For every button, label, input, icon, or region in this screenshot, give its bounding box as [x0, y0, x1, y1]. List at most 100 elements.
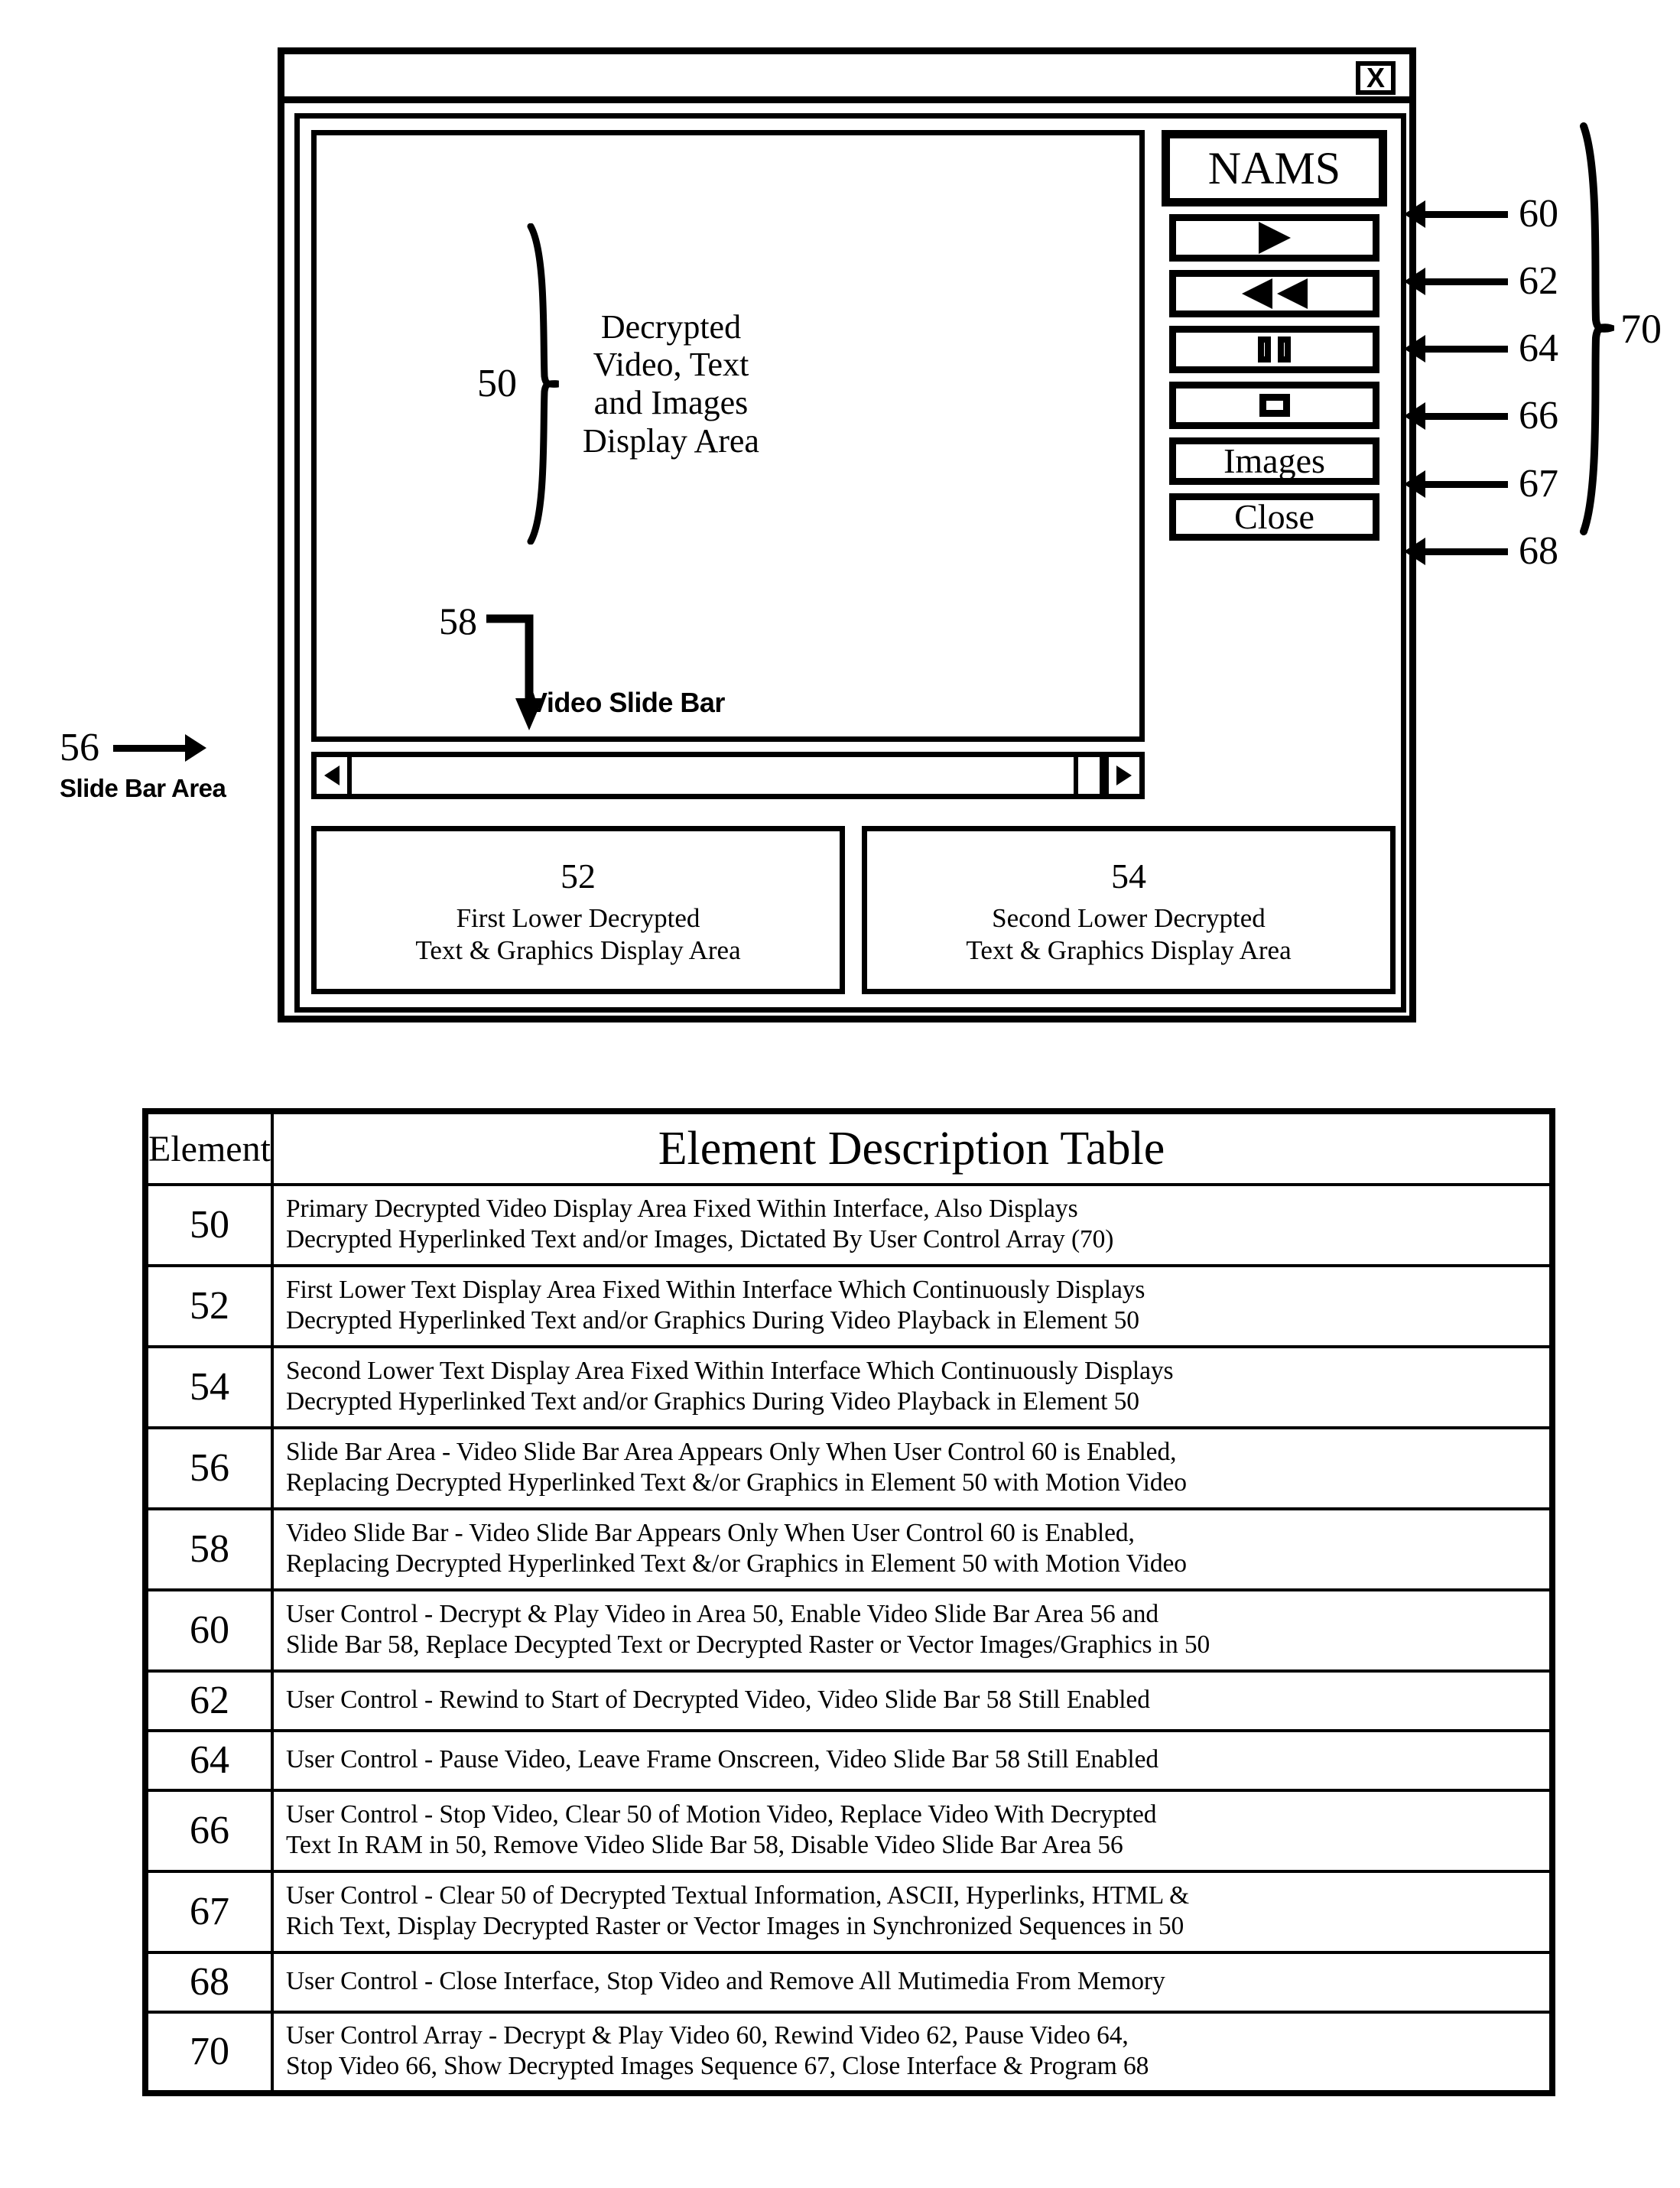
table-row: 67 User Control - Clear 50 of Decrypted T… [144, 1870, 1555, 1954]
header-label-element: Element [148, 1128, 271, 1169]
element-description: Slide Bar Area - Video Slide Bar Area Ap… [285, 1438, 1187, 1497]
element-number: 58 [189, 1527, 229, 1571]
window-client-area: 50 Decrypted Video, Text and Images Disp… [294, 113, 1406, 1013]
cell-element-number: 70 [144, 2011, 274, 2095]
table-row: 50 Primary Decrypted Video Display Area F… [144, 1183, 1555, 1267]
pause-button[interactable] [1169, 326, 1379, 373]
stop-button[interactable] [1169, 382, 1379, 429]
display-area-caption: Decrypted Video, Text and Images Display… [583, 307, 759, 460]
table-row: 68 User Control - Close Interface, Stop V… [144, 1951, 1555, 2014]
element-description: User Control - Close Interface, Stop Vid… [285, 1967, 1165, 1996]
ref-number-62: 62 [1519, 259, 1558, 303]
element-number: 66 [189, 1809, 229, 1852]
element-description: Second Lower Text Display Area Fixed Wit… [285, 1357, 1174, 1416]
display-area-callout: 50 Decrypted Video, Text and Images Disp… [477, 223, 905, 545]
application-window: X 50 Decrypted Video, Text and Images Di… [278, 47, 1416, 1022]
cell-element-description: Slide Bar Area - Video Slide Bar Area Ap… [270, 1426, 1555, 1510]
images-button-label: Images [1223, 441, 1325, 480]
cell-element-description: First Lower Text Display Area Fixed With… [270, 1264, 1555, 1348]
ref-callout-62: 62 [1424, 262, 1558, 301]
element-number: 56 [189, 1446, 229, 1490]
cell-element-number: 68 [144, 1951, 274, 2014]
element-number: 52 [189, 1284, 229, 1328]
second-lower-caption: Second Lower Decrypted Text & Graphics D… [966, 902, 1292, 965]
element-number: 50 [189, 1203, 229, 1247]
arrow-left-icon [1424, 278, 1508, 285]
header-label-description: Element Description Table [658, 1122, 1165, 1175]
video-slide-bar[interactable] [311, 752, 1145, 799]
element-number: 68 [189, 1960, 229, 2004]
interface-figure: X 50 Decrypted Video, Text and Images Di… [0, 0, 1680, 1071]
slide-bar-thumb[interactable] [1074, 757, 1104, 794]
first-lower-display-area[interactable]: 52 First Lower Decrypted Text & Graphics… [311, 826, 845, 994]
video-slide-bar-callout: 58 Video Slide Bar [439, 602, 821, 736]
arrow-left-icon [1424, 345, 1508, 353]
scroll-right-button[interactable] [1104, 757, 1139, 794]
cell-element-number: 67 [144, 1870, 274, 1954]
second-lower-ref-number: 54 [1111, 857, 1146, 896]
table-row: 66 User Control - Stop Video, Clear 50 of… [144, 1789, 1555, 1873]
cell-element-description: User Control - Close Interface, Stop Vid… [270, 1951, 1555, 2014]
cell-element-number: 52 [144, 1264, 274, 1348]
pause-icon [1258, 336, 1291, 362]
cell-element-number: 64 [144, 1729, 274, 1792]
control-array-callout: 70 [1571, 122, 1662, 535]
arrow-left-icon [1424, 210, 1508, 218]
arrow-left-icon [1424, 412, 1508, 420]
cell-element-description: User Control - Clear 50 of Decrypted Tex… [270, 1870, 1555, 1954]
table-row: 58 Video Slide Bar - Video Slide Bar Appe… [144, 1507, 1555, 1591]
table-header-row: Element Element Description Table [144, 1110, 1555, 1186]
second-lower-display-area[interactable]: 54 Second Lower Decrypted Text & Graphic… [862, 826, 1396, 994]
ref-number-66: 66 [1519, 394, 1558, 437]
lower-display-areas: 52 First Lower Decrypted Text & Graphics… [311, 826, 1396, 994]
element-number: 70 [189, 2030, 229, 2073]
close-icon[interactable]: X [1356, 61, 1396, 95]
ref-number-60: 60 [1519, 192, 1558, 236]
curly-brace-icon [527, 223, 559, 545]
user-control-array: NAMS Images Close [1162, 130, 1387, 749]
ref-callout-67: 67 [1424, 464, 1558, 504]
play-icon [1258, 222, 1291, 254]
ref-number-68: 68 [1519, 529, 1558, 573]
element-description: User Control Array - Decrypt & Play Vide… [285, 2021, 1149, 2080]
element-number: 64 [189, 1738, 229, 1782]
element-description-table: Element Element Description Table 50 Prim… [142, 1108, 1555, 2096]
nams-brand-box: NAMS [1162, 130, 1387, 206]
cell-element-number: 60 [144, 1588, 274, 1673]
ref-callout-66: 66 [1424, 396, 1558, 436]
rewind-icon [1241, 278, 1308, 309]
display-area-ref-number: 50 [477, 362, 517, 405]
table-row: 54 Second Lower Text Display Area Fixed W… [144, 1345, 1555, 1429]
table-body: 50 Primary Decrypted Video Display Area F… [144, 1183, 1555, 2095]
table-row: 56 Slide Bar Area - Video Slide Bar Area … [144, 1426, 1555, 1510]
close-button[interactable]: Close [1169, 493, 1379, 541]
cell-element-description: User Control - Pause Video, Leave Frame … [270, 1729, 1555, 1792]
table-row: 70 User Control Array - Decrypt & Play Vi… [144, 2011, 1555, 2095]
cell-element-number: 58 [144, 1507, 274, 1591]
slide-bar-area-callout: 56 Slide Bar Area [60, 727, 289, 803]
video-slide-bar-label: Video Slide Bar [529, 687, 725, 718]
scroll-left-button[interactable] [317, 757, 352, 794]
arrow-right-icon [113, 744, 187, 752]
ref-callout-68: 68 [1424, 532, 1558, 571]
images-button[interactable]: Images [1169, 437, 1379, 485]
element-description: First Lower Text Display Area Fixed With… [285, 1276, 1145, 1335]
element-description: User Control - Pause Video, Leave Frame … [285, 1745, 1159, 1774]
ref-number-67: 67 [1519, 462, 1558, 506]
cell-element-number: 54 [144, 1345, 274, 1429]
element-description: User Control - Stop Video, Clear 50 of M… [285, 1800, 1157, 1859]
play-button[interactable] [1169, 214, 1379, 262]
nams-brand-label: NAMS [1207, 143, 1341, 193]
video-display-area[interactable]: 50 Decrypted Video, Text and Images Disp… [311, 130, 1145, 742]
cell-element-description: Second Lower Text Display Area Fixed Wit… [270, 1345, 1555, 1429]
first-lower-ref-number: 52 [561, 857, 596, 896]
stop-icon [1259, 394, 1290, 417]
slide-bar-track[interactable] [352, 757, 1074, 794]
element-description: User Control - Clear 50 of Decrypted Tex… [285, 1881, 1190, 1940]
arrow-left-icon [1424, 480, 1508, 488]
first-lower-caption: First Lower Decrypted Text & Graphics Di… [415, 902, 741, 965]
arrow-left-icon [1424, 548, 1508, 555]
cell-element-number: 66 [144, 1789, 274, 1873]
rewind-button[interactable] [1169, 270, 1379, 317]
element-number: 67 [189, 1890, 229, 1933]
